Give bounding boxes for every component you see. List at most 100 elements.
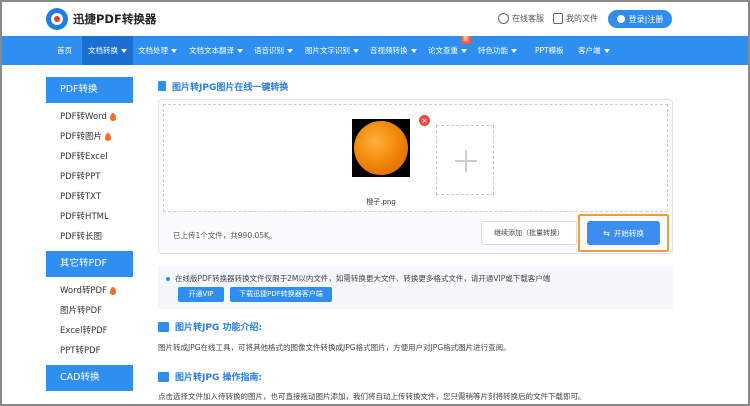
sidebar-item-pdf-to-txt[interactable]: PDF转TXT	[60, 187, 133, 207]
page-title: 图片转JPG图片在线一键转换	[158, 77, 674, 95]
nav-features-label: 特色功能	[478, 46, 508, 55]
main-content: 图片转JPG图片在线一键转换 × 橙子.png 已上传1个文件，共990.05K…	[158, 77, 674, 401]
download-client-button[interactable]: 下载迅捷PDF转换器客户端	[230, 287, 332, 302]
chevron-down-icon	[287, 49, 293, 53]
file-drop-zone[interactable]: × 橙子.png	[163, 104, 668, 212]
nav-client[interactable]: 客户端	[578, 36, 610, 65]
chevron-down-icon	[461, 49, 467, 53]
login-button[interactable]: 登录|注册	[608, 10, 672, 28]
sidebar-item-ppt-to-pdf[interactable]: PPT转PDF	[60, 341, 133, 361]
sidebar-item-label: PDF转图片	[60, 132, 103, 142]
upload-panel: × 橙子.png 已上传1个文件，共990.05K。 继续添加（批量转换） ⇆ …	[158, 99, 673, 254]
intro-heading-text: 图片转JPG 功能介绍:	[175, 323, 263, 333]
start-convert-button[interactable]: ⇆ 开始转换	[587, 221, 660, 245]
nav-paper-check[interactable]: 论文查重新	[428, 36, 472, 65]
batch-add-button[interactable]: 继续添加（批量转换）	[481, 221, 577, 245]
nav-doc-convert-label: 文档转换	[88, 46, 118, 55]
nav-doc-process-label: 文档处理	[138, 46, 168, 55]
nav-av-convert[interactable]: 音视频转换	[370, 36, 417, 65]
nav-speech-label: 语音识别	[254, 46, 284, 55]
guide-heading: 图片转JPG 操作指南:	[158, 370, 262, 383]
nav-client-label: 客户端	[578, 46, 601, 55]
sidebar-list-to-pdf: Word转PDF 图片转PDF Excel转PDF PPT转PDF	[46, 277, 133, 365]
swap-icon: ⇆	[603, 228, 610, 238]
nav-doc-process[interactable]: 文档处理	[138, 36, 177, 65]
limit-notice: 在线版PDF转换器转换文件仅限于2M以内文件，如需转换更大文件、转换更多格式文件…	[158, 266, 673, 309]
support-link[interactable]: 在线客服	[498, 13, 544, 24]
headset-icon	[498, 13, 509, 24]
top-header: 迅捷PDF转换器 在线客服 我的文件 登录|注册	[2, 2, 748, 36]
uploaded-file-name: 橙子.png	[366, 198, 396, 206]
nav-home-label: 首页	[57, 46, 72, 55]
chevron-down-icon	[237, 49, 243, 53]
sidebar-item-word-to-pdf[interactable]: Word转PDF	[60, 281, 133, 301]
sidebar-item-pdf-to-long-image[interactable]: PDF转长图	[60, 227, 133, 247]
notice-message: 在线版PDF转换器转换文件仅限于2M以内文件，如需转换更大文件、转换更多格式文件…	[175, 274, 551, 283]
sidebar-heading-pdf-convert[interactable]: PDF转换	[46, 77, 133, 103]
page-title-text: 图片转JPG图片在线一键转换	[172, 82, 289, 93]
login-label: 登录|注册	[628, 14, 664, 24]
sidebar-heading-cad[interactable]: CAD转换	[46, 365, 133, 391]
sidebar-heading-to-pdf[interactable]: 其它转PDF	[46, 251, 133, 277]
guide-icon	[158, 371, 169, 382]
fire-icon	[109, 286, 116, 295]
chevron-down-icon	[603, 49, 610, 53]
image-thumbnail	[352, 119, 410, 177]
my-files-label: 我的文件	[566, 14, 598, 23]
nav-av-convert-label: 音视频转换	[370, 46, 408, 55]
sidebar-item-pdf-to-word[interactable]: PDF转Word	[60, 107, 133, 127]
nav-translate[interactable]: 文档文本翻译	[189, 36, 243, 65]
sidebar-item-label: Word转PDF	[60, 286, 107, 296]
remove-file-icon[interactable]: ×	[419, 115, 430, 126]
fire-icon	[105, 132, 112, 141]
nav-speech[interactable]: 语音识别	[254, 36, 293, 65]
logo[interactable]: 迅捷PDF转换器	[46, 8, 156, 30]
nav-translate-label: 文档文本翻译	[189, 46, 234, 55]
plus-icon-bar	[455, 160, 477, 162]
nav-ocr[interactable]: 图片文字识别	[305, 36, 359, 65]
page-frame: 迅捷PDF转换器 在线客服 我的文件 登录|注册 首页 文档转换 文档处理 文档…	[0, 0, 750, 406]
my-files-link[interactable]: 我的文件	[553, 13, 598, 24]
document-icon	[158, 81, 166, 91]
nav-ppt-template-label: PPT模板	[535, 46, 564, 55]
intro-heading: 图片转JPG 功能介绍:	[158, 320, 262, 333]
fire-icon	[109, 112, 116, 121]
user-icon	[616, 15, 625, 23]
chevron-down-icon	[511, 49, 517, 53]
nav-ppt-template[interactable]: PPT模板	[535, 36, 564, 65]
add-file-button[interactable]	[436, 125, 494, 195]
nav-home[interactable]: 首页	[57, 36, 72, 65]
notice-text: 在线版PDF转换器转换文件仅限于2M以内文件，如需转换更大文件、转换更多格式文件…	[166, 273, 550, 284]
new-badge: 新	[461, 36, 472, 44]
nav-paper-check-label: 论文查重	[428, 46, 458, 55]
sidebar-list-pdf-convert: PDF转Word PDF转图片 PDF转Excel PDF转PPT PDF转TX…	[46, 103, 133, 251]
support-label: 在线客服	[512, 14, 544, 23]
open-vip-button[interactable]: 开通VIP	[178, 287, 224, 302]
chevron-down-icon	[410, 49, 417, 53]
chevron-down-icon	[171, 49, 177, 53]
sidebar-item-image-to-pdf[interactable]: 图片转PDF	[60, 301, 133, 321]
sidebar: PDF转换 PDF转Word PDF转图片 PDF转Excel PDF转PPT …	[46, 77, 133, 404]
nav-features[interactable]: 特色功能	[478, 36, 517, 65]
nav-doc-convert[interactable]: 文档转换	[82, 36, 133, 65]
sidebar-item-excel-to-pdf[interactable]: Excel转PDF	[60, 321, 133, 341]
intro-text: 图片转成JPG在线工具，可将其他格式的图像文件转换成JPG格式图片，方便用户对J…	[158, 343, 511, 352]
chevron-down-icon	[121, 49, 127, 53]
guide-heading-text: 图片转JPG 操作指南:	[175, 373, 263, 383]
upload-status: 已上传1个文件，共990.05K。	[173, 231, 277, 240]
start-convert-label: 开始转换	[613, 228, 644, 238]
main-nav: 首页 文档转换 文档处理 文档文本翻译 语音识别 图片文字识别 音视频转换 论文…	[2, 36, 748, 65]
sidebar-item-pdf-to-ppt[interactable]: PDF转PPT	[60, 167, 133, 187]
guide-text: 点击选择文件加入待转换的图片，也可直接拖动图片添加，我们将自动上传转换文件，您只…	[158, 392, 586, 401]
file-icon	[553, 13, 563, 24]
sidebar-item-pdf-to-image[interactable]: PDF转图片	[60, 127, 133, 147]
sidebar-item-label: PDF转Word	[60, 112, 107, 122]
orange-image	[354, 121, 408, 175]
sidebar-item-pdf-to-html[interactable]: PDF转HTML	[60, 207, 133, 227]
chevron-down-icon	[353, 49, 359, 53]
nav-ocr-label: 图片文字识别	[305, 46, 350, 55]
bullet-icon	[166, 277, 170, 281]
logo-text: 迅捷PDF转换器	[73, 12, 157, 26]
info-icon	[158, 321, 169, 332]
sidebar-item-pdf-to-excel[interactable]: PDF转Excel	[60, 147, 133, 167]
